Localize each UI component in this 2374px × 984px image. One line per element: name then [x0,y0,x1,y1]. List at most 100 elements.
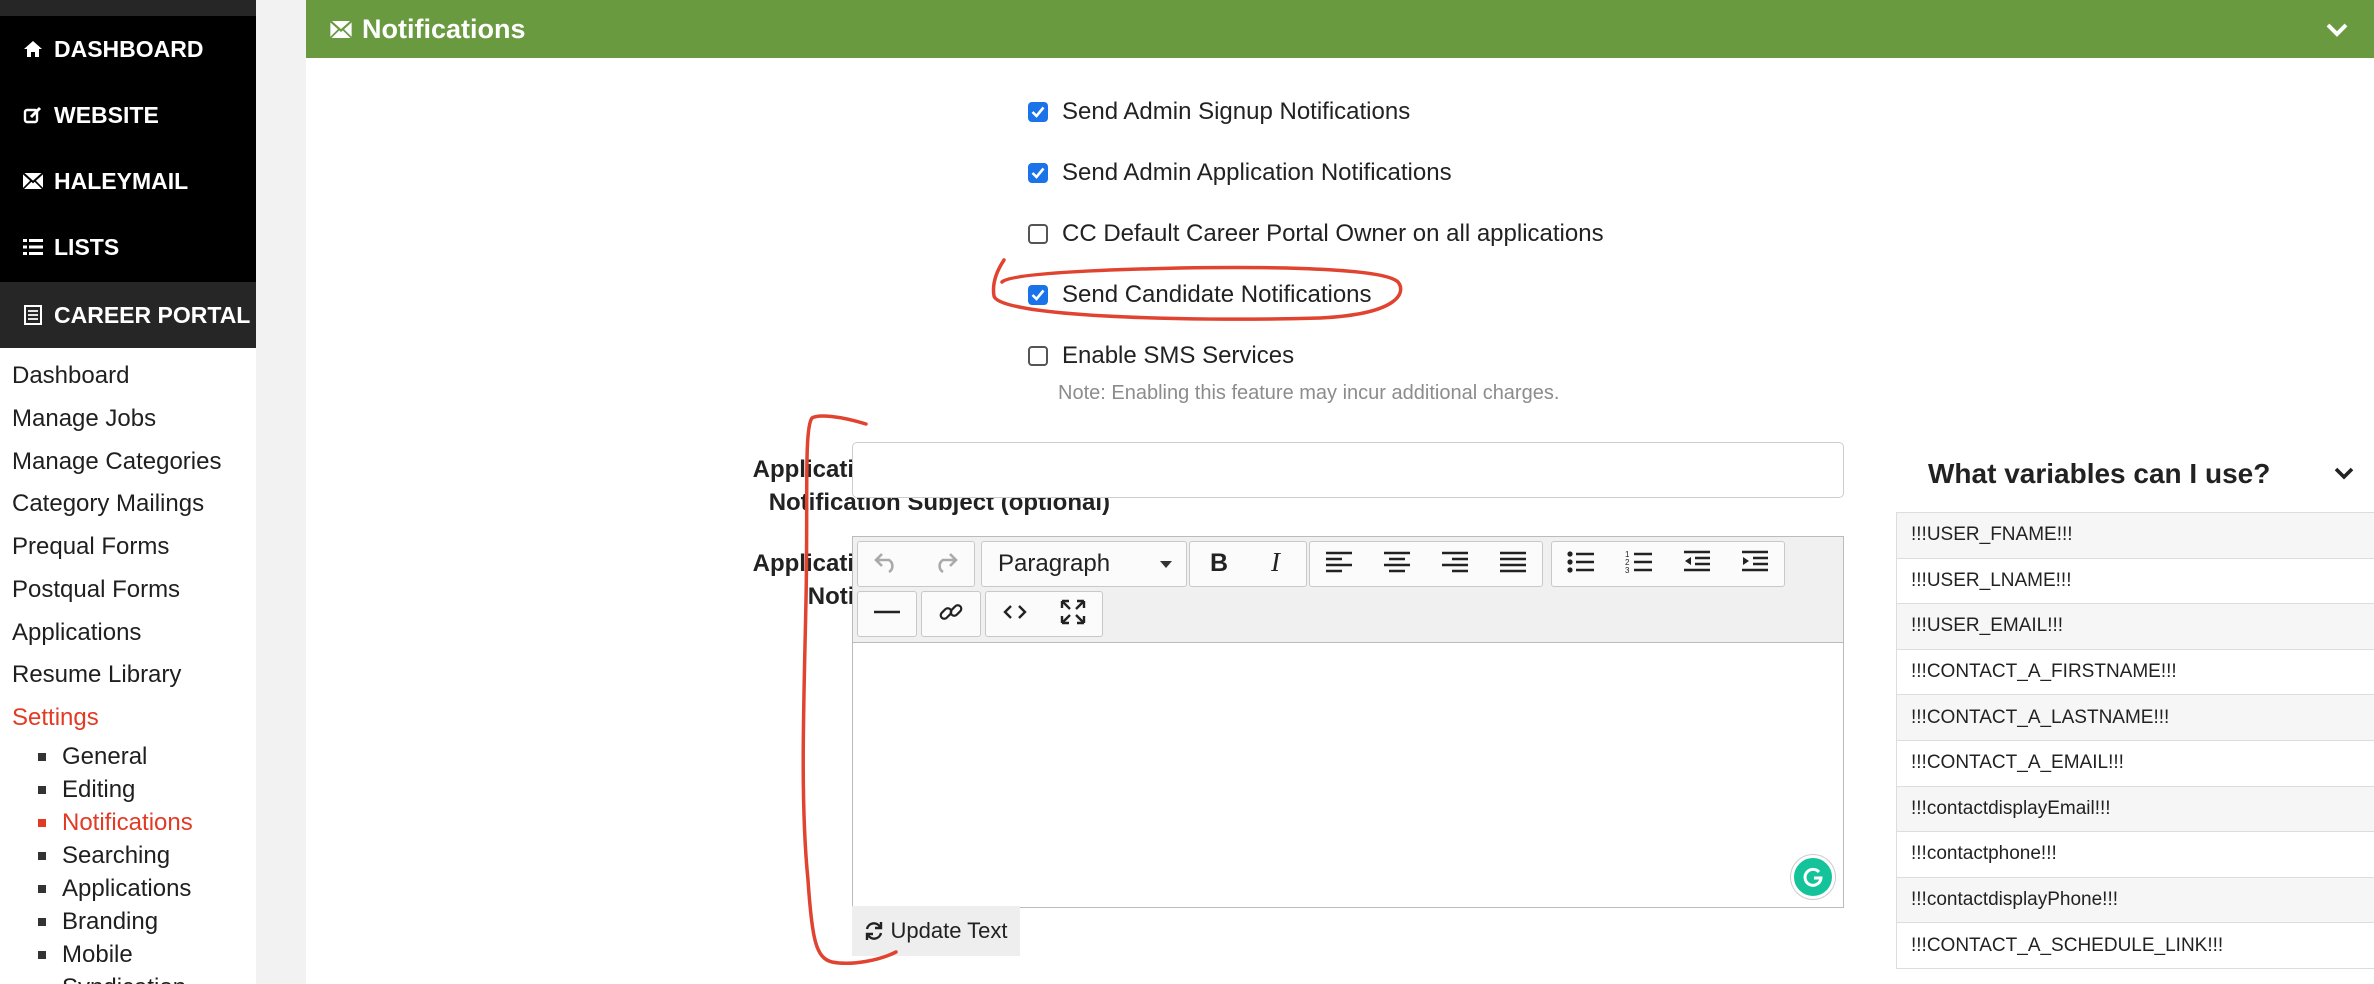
italic-icon: I [1267,547,1287,579]
subject-input[interactable] [852,442,1844,498]
nav-item-haleymail[interactable]: HALEYMAIL [0,150,256,212]
settings-item-applications[interactable]: Applications [38,875,191,903]
sidebar-link-settings[interactable]: Settings [12,704,99,732]
variable-row[interactable]: !!!CONTACT_A_LASTNAME!!! [1896,695,2374,741]
checkbox-checked-icon[interactable] [1028,163,1048,183]
grammarly-icon[interactable] [1791,855,1835,899]
checkbox-admin-signup[interactable]: Send Admin Signup Notifications [1028,98,1410,126]
toolbar-group-view [985,591,1103,637]
align-center-icon [1383,550,1411,579]
align-right-button[interactable] [1426,542,1484,586]
settings-item-branding[interactable]: Branding [38,908,158,936]
sidebar-top-strip [0,0,256,16]
toolbar-group-hr [857,591,917,637]
nav-item-lists[interactable]: LISTS [0,216,256,278]
format-dropdown[interactable]: Paragraph [981,541,1187,587]
align-center-button[interactable] [1368,542,1426,586]
settings-item-syndication[interactable]: Syndication [38,974,186,984]
variable-row[interactable]: !!!CONTACT_A_SCHEDULE_LINK!!! [1896,923,2374,969]
checkbox-checked-icon[interactable] [1028,285,1048,305]
nav-item-label: LISTS [54,233,120,260]
indent-button[interactable] [1726,542,1784,586]
checkbox-sms-services[interactable]: Enable SMS Services [1028,342,1294,370]
editor-toolbar: Paragraph B I 123 [853,537,1843,643]
sidebar-link-postqual-forms[interactable]: Postqual Forms [12,576,180,604]
numbered-list-button[interactable]: 123 [1610,542,1668,586]
variable-row[interactable]: !!!USER_LNAME!!! [1896,558,2374,605]
link-button[interactable] [922,592,980,636]
checkbox-unchecked-icon[interactable] [1028,346,1048,366]
nav-item-label: WEBSITE [54,101,159,128]
settings-item-mobile[interactable]: Mobile [38,941,133,969]
mail-icon [330,20,352,38]
chevron-down-icon[interactable] [2326,14,2348,45]
sidebar-link-manage-categories[interactable]: Manage Categories [12,448,221,476]
nav-item-label: DASHBOARD [54,35,204,62]
checkbox-label: Send Admin Signup Notifications [1062,98,1411,125]
variable-row[interactable]: !!!contactphone!!! [1896,832,2374,878]
undo-button[interactable] [858,542,916,586]
nav-item-career-portal[interactable]: CAREER PORTAL [0,282,256,348]
mail-icon [22,170,44,192]
bullet-icon [38,951,46,959]
variable-row[interactable]: !!!contactdisplayPhone!!! [1896,877,2374,924]
settings-item-searching[interactable]: Searching [38,842,170,870]
variable-row[interactable]: !!!contactdisplayEmail!!! [1896,786,2374,833]
main-nav: DASHBOARD WEBSITE HALEYMAIL LISTS CAREER [0,0,256,348]
chevron-down-icon[interactable] [2334,467,2354,481]
nav-item-dashboard[interactable]: DASHBOARD [0,18,256,80]
outdent-button[interactable] [1668,542,1726,586]
svg-text:B: B [1210,550,1228,574]
checkbox-unchecked-icon[interactable] [1028,224,1048,244]
align-justify-button[interactable] [1484,542,1542,586]
nav-item-label: CAREER PORTAL [54,301,251,328]
settings-item-editing[interactable]: Editing [38,776,135,804]
settings-item-label: Editing [62,776,136,803]
settings-item-notifications[interactable]: Notifications [38,809,193,837]
caret-down-icon [1160,560,1172,568]
fullscreen-button[interactable] [1044,592,1102,636]
bold-button[interactable]: B [1190,542,1248,586]
checkbox-cc-owner[interactable]: CC Default Career Portal Owner on all ap… [1028,220,1604,248]
variables-table: !!!USER_FNAME!!! !!!USER_LNAME!!! !!!USE… [1896,512,2374,969]
checkbox-admin-application[interactable]: Send Admin Application Notifications [1028,159,1452,187]
settings-item-label: Syndication [62,974,186,984]
checkbox-label: Send Candidate Notifications [1062,281,1372,308]
update-text-button[interactable]: Update Text [852,906,1020,956]
variable-row[interactable]: !!!CONTACT_A_EMAIL!!! [1896,740,2374,787]
variable-row[interactable]: !!!CONTACT_A_FIRSTNAME!!! [1896,649,2374,696]
sidebar: DASHBOARD WEBSITE HALEYMAIL LISTS CAREER [0,0,256,984]
sidebar-link-resume-library[interactable]: Resume Library [12,661,181,689]
panel-header[interactable]: Notifications [306,0,2374,58]
sidebar-link-category-mailings[interactable]: Category Mailings [12,490,204,518]
bold-icon: B [1209,549,1229,579]
sidebar-link-dashboard[interactable]: Dashboard [12,362,129,390]
refresh-icon [864,921,884,941]
horizontal-rule-button[interactable] [858,592,916,636]
align-left-button[interactable] [1310,542,1368,586]
variables-title[interactable]: What variables can I use? [1920,458,2368,490]
bullet-list-button[interactable] [1552,542,1610,586]
editor-content-area[interactable] [853,644,1843,907]
sidebar-link-manage-jobs[interactable]: Manage Jobs [12,405,156,433]
variable-row[interactable]: !!!USER_EMAIL!!! [1896,604,2374,650]
source-code-button[interactable] [986,592,1044,636]
nav-item-website[interactable]: WEBSITE [0,84,256,146]
checkbox-candidate-notifications[interactable]: Send Candidate Notifications [1028,281,1372,309]
variable-row[interactable]: !!!USER_FNAME!!! [1896,513,2374,559]
home-icon [22,38,44,60]
sidebar-link-prequal-forms[interactable]: Prequal Forms [12,533,169,561]
checkbox-checked-icon[interactable] [1028,102,1048,122]
redo-button[interactable] [916,542,974,586]
toolbar-group-lists: 123 [1551,541,1785,587]
toolbar-group-link [921,591,981,637]
sidebar-link-applications[interactable]: Applications [12,619,141,647]
format-select[interactable]: Paragraph [982,542,1186,586]
document-icon [22,304,44,326]
settings-item-label: Searching [62,842,171,869]
align-justify-icon [1499,550,1527,579]
italic-button[interactable]: I [1248,542,1306,586]
toolbar-group-align [1309,541,1543,587]
settings-item-general[interactable]: General [38,743,147,771]
format-value: Paragraph [998,550,1111,577]
